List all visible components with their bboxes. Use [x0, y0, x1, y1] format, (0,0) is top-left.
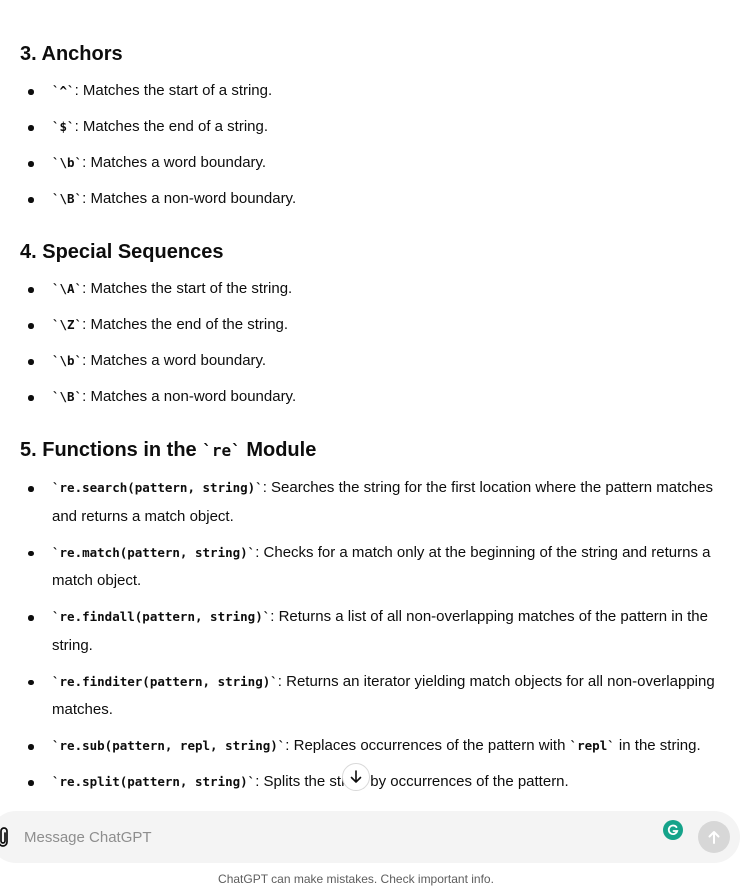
list-item: `\A`: Matches the start of the string. — [20, 275, 735, 304]
arrow-down-icon — [350, 770, 362, 783]
list-item: `re.findall(pattern, string)`: Returns a… — [20, 603, 735, 660]
anchors-list: `^`: Matches the start of a string. `$`:… — [20, 77, 735, 221]
list-item: `\b`: Matches a word boundary. — [20, 347, 735, 376]
arrow-up-icon — [708, 831, 720, 844]
message-composer — [0, 811, 740, 863]
list-item: `\B`: Matches a non-word boundary. — [20, 185, 735, 214]
scroll-to-bottom-button[interactable] — [342, 763, 370, 791]
functions-list: `re.search(pattern, string)`: Searches t… — [20, 474, 735, 804]
list-item: `re.finditer(pattern, string)`: Returns … — [20, 668, 735, 725]
section-heading-functions: 5. Functions in the `re` Module — [20, 439, 317, 461]
special-sequences-list: `\A`: Matches the start of the string. `… — [20, 275, 735, 419]
section-heading-anchors: 3. Anchors — [20, 43, 123, 65]
list-item: `^`: Matches the start of a string. — [20, 77, 735, 106]
grammarly-icon[interactable] — [663, 820, 683, 840]
list-item: `re.search(pattern, string)`: Searches t… — [20, 474, 735, 531]
list-item: `\Z`: Matches the end of the string. — [20, 311, 735, 340]
list-item: `re.sub(pattern, repl, string)`: Replace… — [20, 732, 735, 761]
list-item: `\B`: Matches a non-word boundary. — [20, 383, 735, 412]
list-item: `re.split(pattern, string)`: Splits the … — [20, 768, 735, 797]
section-heading-special-sequences: 4. Special Sequences — [20, 241, 224, 263]
list-item: `$`: Matches the end of a string. — [20, 113, 735, 142]
grammarly-g-icon — [667, 824, 679, 835]
list-item: `re.match(pattern, string)`: Checks for … — [20, 539, 735, 596]
send-button[interactable] — [698, 821, 730, 853]
disclaimer-text: ChatGPT can make mistakes. Check importa… — [218, 872, 494, 886]
chat-page: 3. Anchors `^`: Matches the start of a s… — [0, 0, 748, 895]
list-item: `\b`: Matches a word boundary. — [20, 149, 735, 178]
paperclip-icon[interactable] — [0, 826, 10, 848]
message-input[interactable] — [24, 824, 624, 850]
